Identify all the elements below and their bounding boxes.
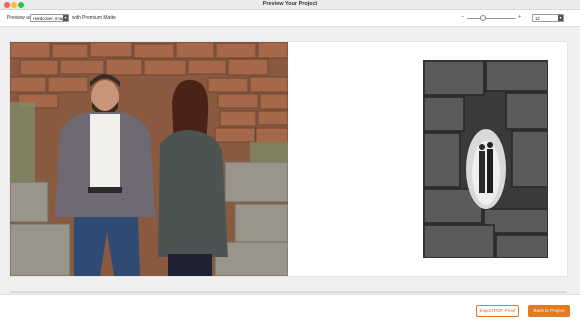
chevron-down-icon: ▾ (63, 15, 68, 21)
book-spread (10, 42, 567, 276)
couple-photo (10, 42, 288, 276)
export-pdf-proof-button[interactable]: Export PDF Proof (476, 305, 519, 317)
plus-icon[interactable]: + (518, 14, 521, 20)
zoom-value: 12 (535, 16, 540, 21)
chevron-down-icon: ▾ (558, 15, 563, 21)
couple-photo-image (10, 42, 288, 276)
minus-icon[interactable]: − (461, 14, 464, 20)
preview-window: Preview Your Project Preview as Hardcove… (0, 0, 580, 326)
rock-arch-photo-image (424, 61, 547, 257)
title-bar: Preview Your Project (0, 0, 580, 10)
preview-toolbar: Preview as Hardcover, Image ▾ with Premi… (0, 10, 580, 27)
preview-as-label: Preview as (7, 15, 32, 21)
zoom-slider[interactable] (467, 18, 516, 19)
preview-as-value: Hardcover, Image (33, 16, 67, 21)
window-title: Preview Your Project (262, 1, 318, 7)
horizontal-scrollbar[interactable] (10, 291, 567, 293)
with-label: with (72, 15, 81, 21)
back-to-project-button[interactable]: Back to Project (528, 305, 570, 317)
preview-canvas (0, 27, 580, 294)
matte-value: Premium Matte (82, 15, 116, 21)
rock-arch-photo (423, 60, 548, 258)
zoom-select[interactable]: 12 ▾ (532, 14, 564, 22)
preview-as-select[interactable]: Hardcover, Image ▾ (30, 14, 69, 22)
footer-bar: Export PDF Proof Back to Project (0, 294, 580, 326)
zoom-slider-thumb[interactable] (480, 15, 486, 21)
